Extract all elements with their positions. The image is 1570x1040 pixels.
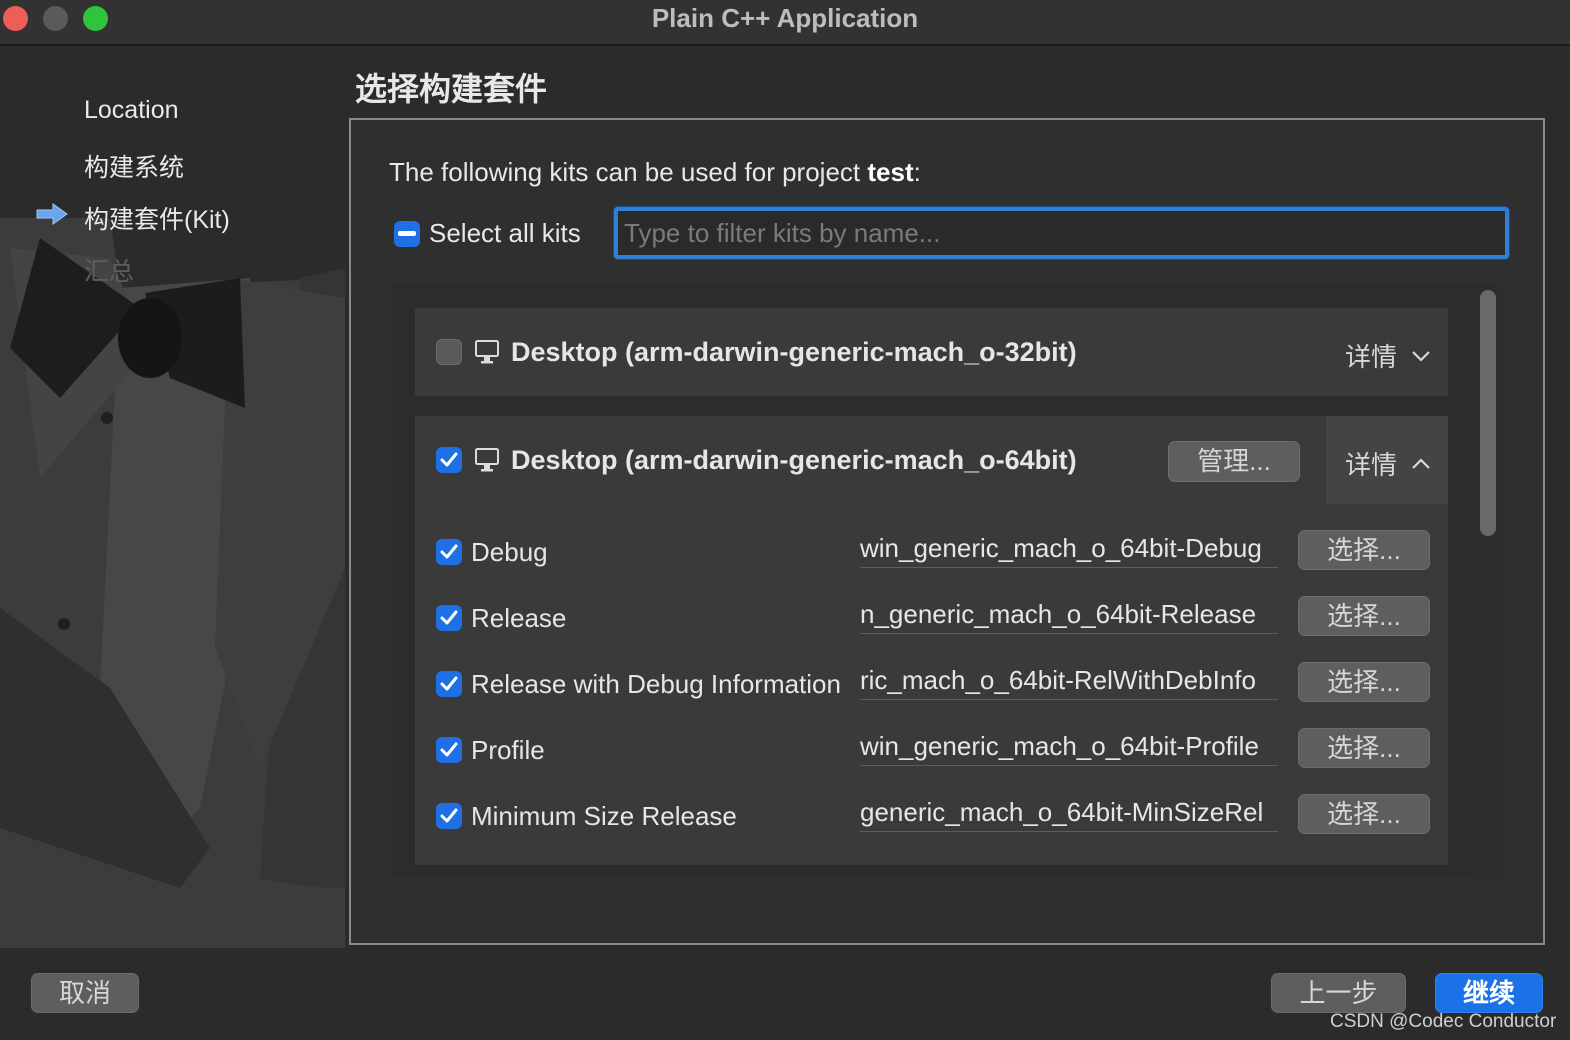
config-debug-checkbox[interactable] — [436, 539, 462, 565]
sidebar-step-location: Location — [84, 96, 179, 124]
back-button[interactable]: 上一步 — [1271, 973, 1406, 1013]
watermark: CSDN @Codec Conductor — [1330, 1011, 1557, 1032]
intro-text: The following kits can be used for proje… — [389, 157, 921, 188]
wizard-sidebar: Location 构建系统 构建套件(Kit) 汇总 — [0, 48, 345, 948]
sidebar-step-build-system: 构建系统 — [84, 154, 185, 182]
config-profile-checkbox[interactable] — [436, 737, 462, 763]
config-relwithdebinfo-choose-button[interactable]: 选择... — [1298, 662, 1430, 702]
config-release-path-field[interactable]: n_generic_mach_o_64bit-Release — [860, 596, 1278, 634]
checkmark-icon — [440, 610, 458, 625]
config-debug-label: Debug — [471, 537, 548, 567]
window-title: Plain C++ Application — [651, 3, 919, 33]
project-name: test — [867, 157, 914, 187]
kit-filter-input[interactable] — [618, 211, 1505, 255]
config-profile-choose-button[interactable]: 选择... — [1298, 728, 1430, 768]
kit-32bit-checkbox[interactable] — [436, 339, 462, 365]
chevron-down-icon — [1412, 350, 1430, 362]
config-profile-label: Profile — [471, 735, 545, 765]
continue-button[interactable]: 继续 — [1435, 973, 1543, 1013]
kit-64bit-details-toggle[interactable]: 详情 — [1345, 445, 1431, 482]
select-all-checkbox[interactable] — [394, 221, 420, 247]
kit-list-scroll-thumb[interactable] — [1480, 290, 1496, 536]
config-debug-path: win_generic_mach_o_64bit-Debug — [860, 533, 1262, 563]
page-title: 选择构建套件 — [355, 71, 548, 107]
sidebar-step-summary: 汇总 — [84, 258, 135, 286]
sidebar-step-kits: 构建套件(Kit) — [84, 206, 230, 234]
select-all-label: Select all kits — [429, 218, 581, 248]
config-relwithdebinfo-path-field[interactable]: ric_mach_o_64bit-RelWithDebInfo — [860, 662, 1278, 700]
manage-kit-button[interactable]: 管理... — [1168, 441, 1300, 482]
config-release-path: n_generic_mach_o_64bit-Release — [860, 599, 1257, 629]
config-minsizerel-path: generic_mach_o_64bit-MinSizeRel — [860, 797, 1264, 827]
details-label: 详情 — [1345, 342, 1398, 372]
checkmark-icon — [440, 742, 458, 757]
details-label: 详情 — [1345, 450, 1398, 480]
config-minsizerel-path-field[interactable]: generic_mach_o_64bit-MinSizeRel — [860, 794, 1278, 832]
config-release-label: Release — [471, 603, 567, 633]
kit-32bit-details-toggle[interactable]: 详情 — [1345, 337, 1431, 374]
intro-suffix: : — [913, 157, 921, 187]
config-relwithdebinfo-path: ric_mach_o_64bit-RelWithDebInfo — [860, 665, 1256, 695]
title-bar: Plain C++ Application — [0, 0, 1570, 46]
chevron-up-icon — [1412, 457, 1430, 469]
current-step-arrow-icon — [36, 203, 68, 225]
checkmark-icon — [440, 452, 458, 467]
config-debug-path-field[interactable]: win_generic_mach_o_64bit-Debug — [860, 530, 1278, 568]
config-release-checkbox[interactable] — [436, 605, 462, 631]
kit-32bit-name: Desktop (arm-darwin-generic-mach_o-32bit… — [511, 337, 1077, 367]
checkmark-icon — [440, 676, 458, 691]
kit-filter-field — [614, 207, 1509, 259]
config-debug-choose-button[interactable]: 选择... — [1298, 530, 1430, 570]
config-relwithdebinfo-label: Release with Debug Information — [471, 669, 841, 699]
cancel-button[interactable]: 取消 — [31, 973, 139, 1013]
config-profile-path-field[interactable]: win_generic_mach_o_64bit-Profile — [860, 728, 1278, 766]
config-minsizerel-label: Minimum Size Release — [471, 801, 737, 831]
intro-prefix: The following kits can be used for proje… — [389, 157, 868, 187]
config-profile-path: win_generic_mach_o_64bit-Profile — [860, 731, 1259, 761]
kit-64bit-checkbox[interactable] — [436, 447, 462, 473]
kit-64bit-name: Desktop (arm-darwin-generic-mach_o-64bit… — [511, 445, 1077, 475]
config-minsizerel-choose-button[interactable]: 选择... — [1298, 794, 1430, 834]
config-relwithdebinfo-checkbox[interactable] — [436, 671, 462, 697]
desktop-monitor-icon — [475, 448, 499, 472]
checkmark-icon — [440, 544, 458, 559]
config-minsizerel-checkbox[interactable] — [436, 803, 462, 829]
desktop-monitor-icon — [475, 340, 499, 364]
config-release-choose-button[interactable]: 选择... — [1298, 596, 1430, 636]
checkmark-icon — [440, 808, 458, 823]
minus-icon — [398, 231, 416, 236]
